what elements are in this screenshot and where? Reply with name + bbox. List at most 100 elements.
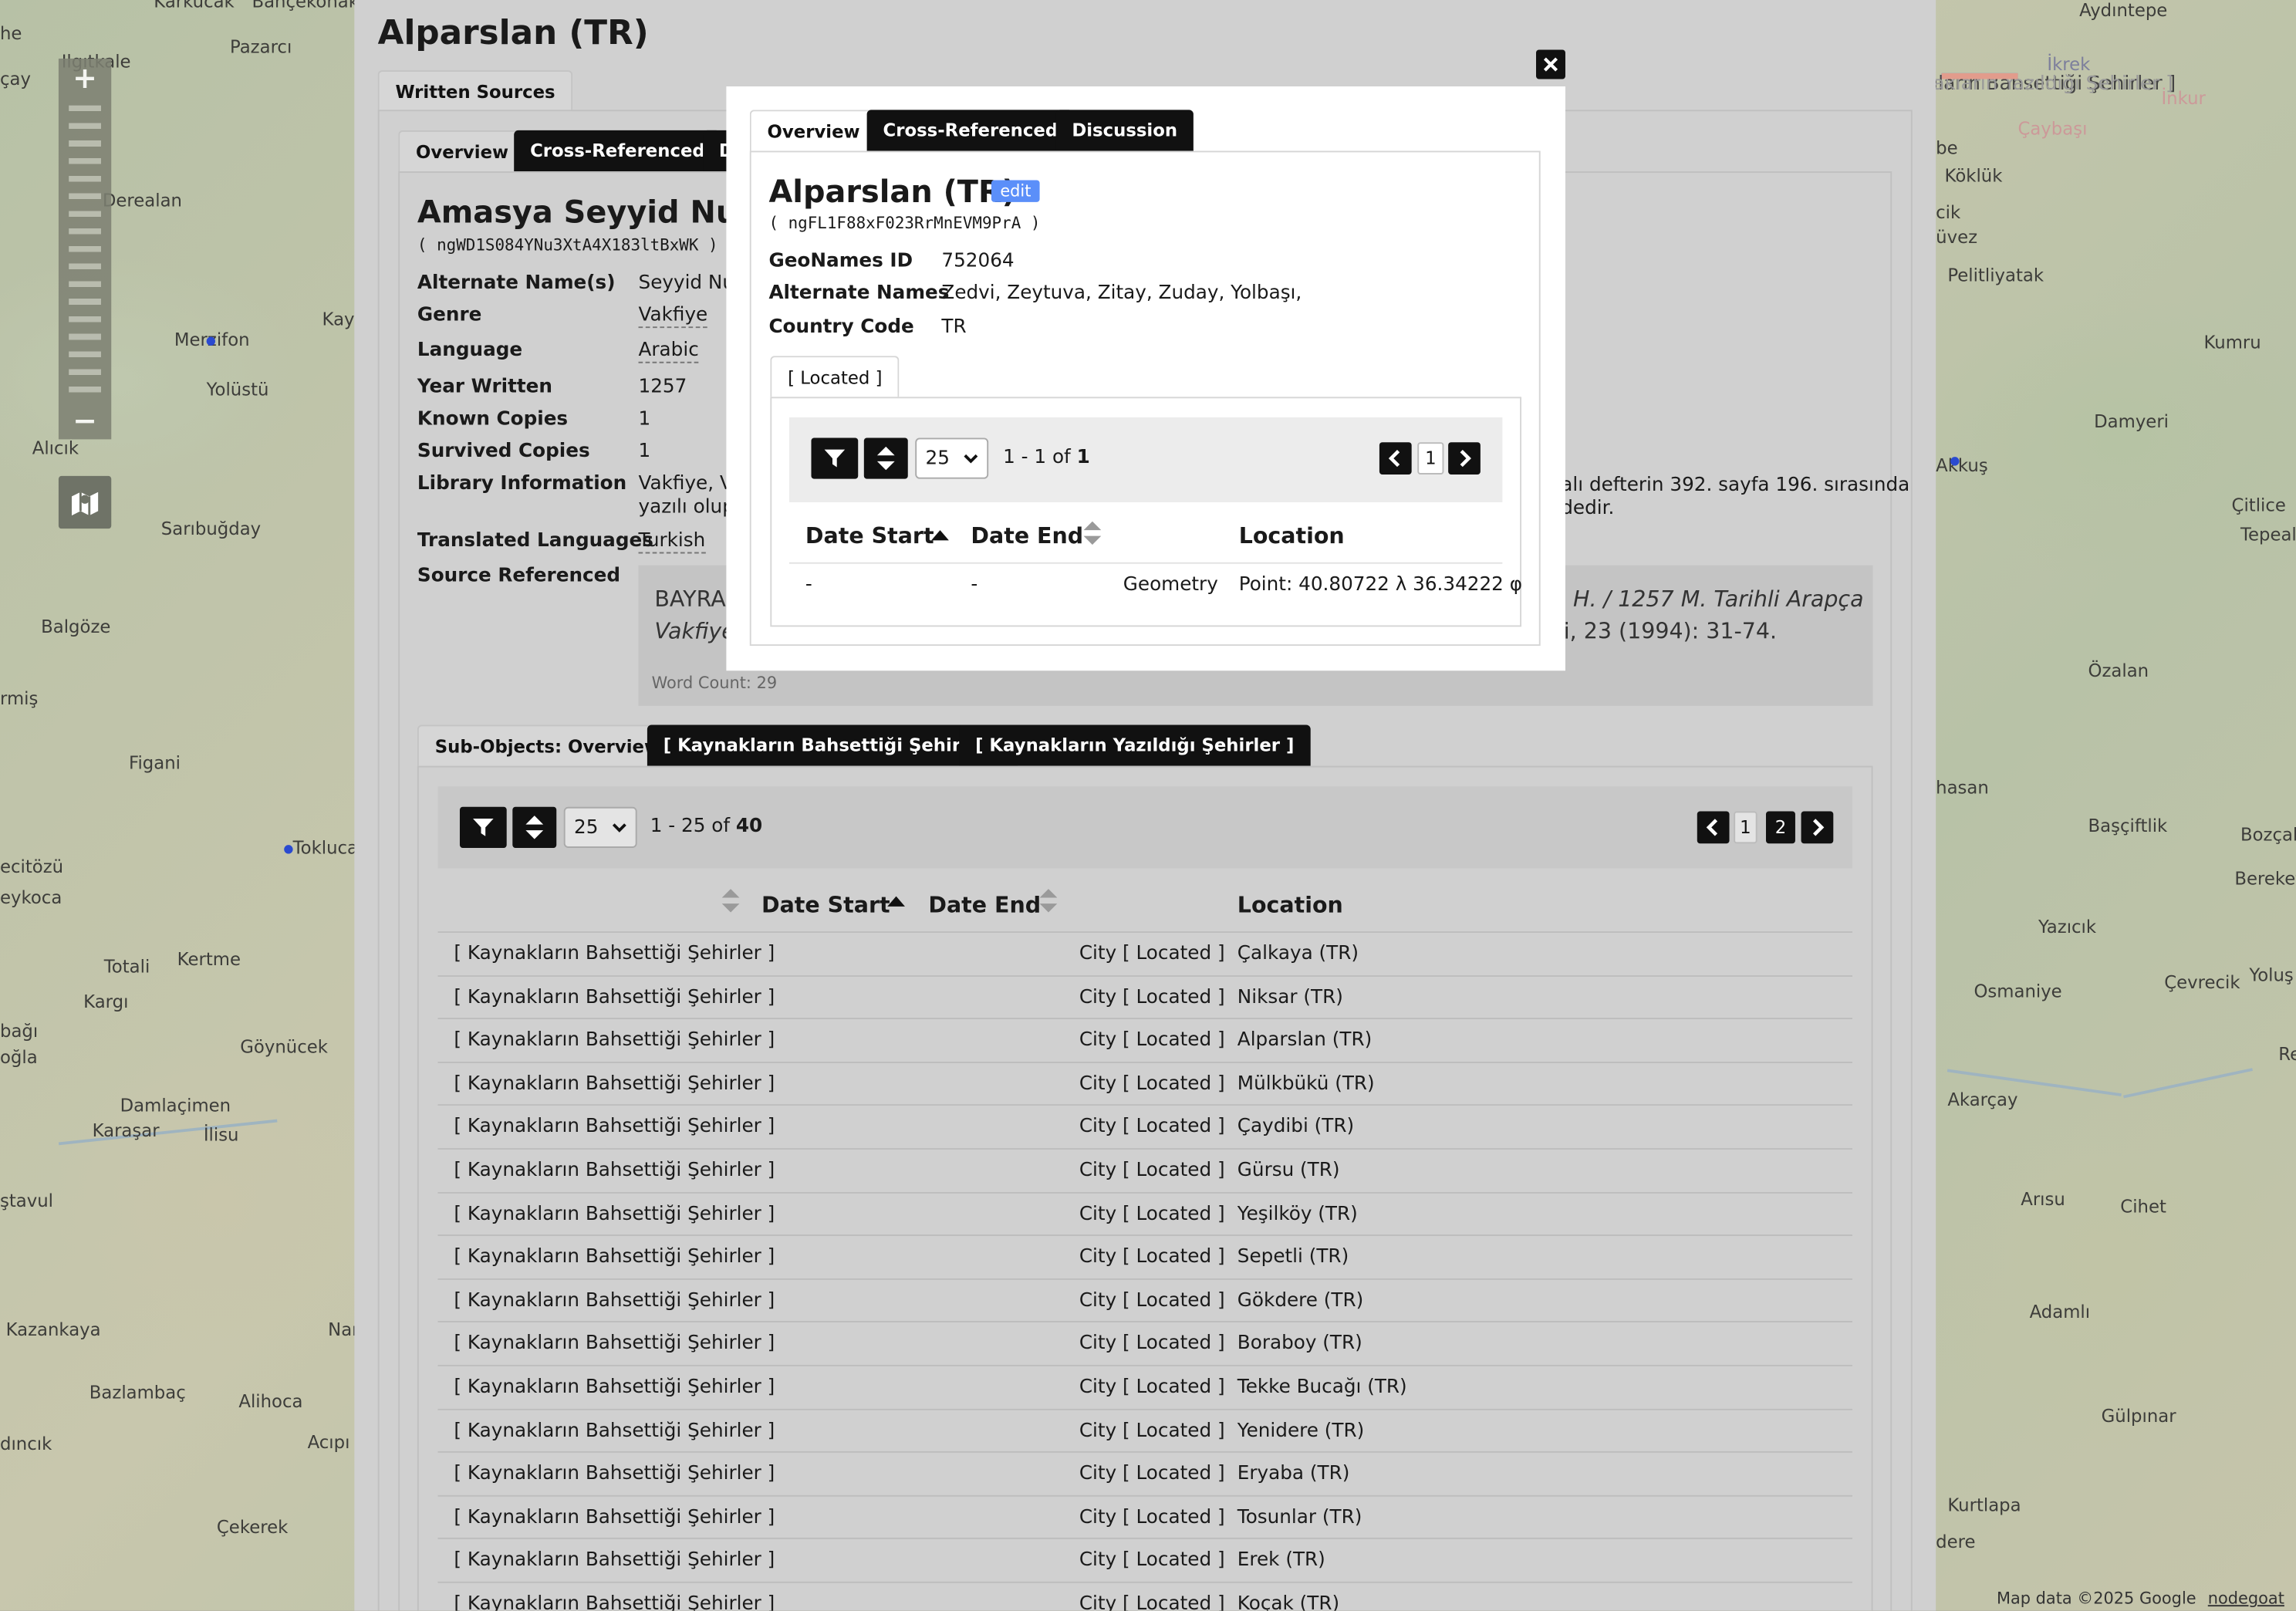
sort-asc-icon[interactable]	[887, 896, 905, 908]
table-row[interactable]: [ Kaynakların Bahsettiği Şehirler ] City …	[437, 1061, 1852, 1104]
modal-tab-discussion[interactable]: Discussion	[1055, 110, 1194, 151]
map-marker-icon[interactable]	[205, 336, 217, 347]
sort-button[interactable]	[512, 806, 557, 848]
map-label: Pelitliyatak	[1947, 265, 2044, 286]
chevron-right-icon	[1460, 449, 1471, 468]
cell-location[interactable]: Niksar (TR)	[1237, 986, 1343, 1008]
modal-tab-cross-referenced[interactable]: Cross-Referenced	[866, 110, 1075, 151]
column-header-date-end[interactable]: Date End	[928, 892, 1041, 918]
map-marker-icon[interactable]	[282, 843, 294, 855]
column-header-date-start[interactable]: Date Start	[761, 892, 890, 918]
map-label: Köklük	[1944, 165, 2003, 187]
table-row[interactable]: [ Kaynakların Bahsettiği Şehirler ] City …	[437, 1104, 1852, 1147]
table-row[interactable]: [ Kaynakların Bahsettiği Şehirler ] City …	[437, 1538, 1852, 1581]
page-1-button[interactable]: 1	[1734, 811, 1757, 844]
cell-location[interactable]: Tosunlar (TR)	[1237, 1507, 1362, 1528]
table-row[interactable]: [ Kaynakların Bahsettiği Şehirler ] City …	[437, 1148, 1852, 1191]
cell-location[interactable]: Yenidere (TR)	[1237, 1420, 1364, 1441]
cell-location[interactable]: Gökdere (TR)	[1237, 1290, 1363, 1312]
cell-location[interactable]: Tekke Bucağı (TR)	[1237, 1376, 1407, 1398]
table-row[interactable]: [ Kaynakların Bahsettiği Şehirler ] City …	[437, 1018, 1852, 1060]
tab-written-sources[interactable]: Written Sources	[377, 70, 573, 112]
tab-kaynaklarin-yazildigi-sehirler[interactable]: [ Kaynakların Yazıldığı Şehirler ]	[959, 724, 1311, 766]
field-label: Alternate Name(s)	[417, 272, 616, 295]
map-marker-icon[interactable]	[1949, 455, 1960, 467]
attribution-link[interactable]: nodegoat	[2208, 1589, 2284, 1608]
sort-icon[interactable]	[1039, 889, 1058, 913]
cell-type: City [ Located ]	[1079, 1029, 1225, 1052]
cell-location[interactable]: Koçak (TR)	[1237, 1593, 1339, 1611]
genre-link[interactable]: Vakfiye	[638, 305, 708, 329]
table-row[interactable]: [ Kaynakların Bahsettiği Şehirler ] City …	[437, 974, 1852, 1017]
cell-object-type: [ Kaynakların Bahsettiği Şehirler ]	[454, 1029, 775, 1052]
table-row[interactable]: [ Kaynakların Bahsettiği Şehirler ] City …	[437, 1494, 1852, 1537]
table-row[interactable]: [ Kaynakların Bahsettiği Şehirler ] City …	[437, 1321, 1852, 1364]
modal-column-header-date-start[interactable]: Date Start	[805, 523, 934, 549]
map-label: Yolüstü	[206, 379, 269, 400]
cell-location[interactable]: Gürsu (TR)	[1237, 1160, 1340, 1181]
cell-type: City [ Located ]	[1079, 1463, 1225, 1485]
table-row[interactable]: [ Kaynakların Bahsettiği Şehirler ] City …	[437, 1191, 1852, 1234]
chevron-down-icon	[964, 454, 978, 464]
cell-location[interactable]: Çalkaya (TR)	[1237, 943, 1359, 964]
field-label: GeoNames ID	[768, 250, 913, 273]
map-label: Karaşar	[92, 1120, 160, 1141]
modal-prev-page-button[interactable]	[1379, 442, 1412, 475]
tab-cross-referenced[interactable]: Cross-Referenced	[514, 130, 721, 172]
source-citation: 5 H. / 1257 M. Tarihli Arapça	[1551, 586, 1864, 613]
cell-type: City [ Located ]	[1079, 986, 1225, 1008]
zoom-slider[interactable]	[69, 105, 101, 393]
modal-next-page-button[interactable]	[1448, 442, 1481, 475]
map-label: Kazankaya	[5, 1319, 101, 1340]
pagination-total: 40	[735, 816, 763, 838]
tab-overview[interactable]: Overview	[398, 130, 526, 172]
modal-tab-located[interactable]: [ Located ]	[770, 356, 900, 397]
table-row[interactable]: [ Kaynakların Bahsettiği Şehirler ] City …	[437, 931, 1852, 974]
table-row[interactable]: - - Geometry Point: 40.80722 λ 36.34222 …	[789, 562, 1522, 605]
edit-button[interactable]: edit	[991, 180, 1040, 202]
modal-filter-button[interactable]	[811, 437, 859, 479]
modal-object-id: ( ngFL1F88xF023RrMnEVM9PrA )	[768, 214, 1041, 233]
cell-location[interactable]: Çaydibi (TR)	[1237, 1116, 1354, 1138]
cell-location[interactable]: Mülkbükü (TR)	[1237, 1073, 1375, 1095]
sort-icon[interactable]	[721, 889, 740, 913]
modal-column-header-location: Location	[1238, 522, 1345, 549]
table-row[interactable]: [ Kaynakların Bahsettiği Şehirler ] City …	[437, 1451, 1852, 1494]
translated-language-link[interactable]: Turkish	[638, 530, 706, 554]
cell-location[interactable]: Sepetli (TR)	[1237, 1247, 1349, 1268]
cell-location[interactable]: Yeşilköy (TR)	[1237, 1203, 1358, 1224]
modal-page-1-button[interactable]: 1	[1417, 442, 1444, 475]
table-row[interactable]: [ Kaynakların Bahsettiği Şehirler ] City …	[437, 1364, 1852, 1407]
zoom-out-button[interactable]: −	[59, 401, 111, 439]
table-row[interactable]: [ Kaynakların Bahsettiği Şehirler ] City …	[437, 1278, 1852, 1321]
language-link[interactable]: Arabic	[638, 339, 699, 363]
modal-tab-overview[interactable]: Overview	[749, 110, 878, 151]
cell-type: City [ Located ]	[1079, 1289, 1225, 1312]
sort-icon[interactable]	[1083, 521, 1102, 545]
chevron-left-icon	[1706, 819, 1718, 836]
cell-location[interactable]: Alparslan (TR)	[1237, 1030, 1372, 1052]
filter-button[interactable]	[459, 806, 507, 848]
page-2-button[interactable]: 2	[1765, 811, 1795, 844]
table-row[interactable]: [ Kaynakların Bahsettiği Şehirler ] City …	[437, 1408, 1852, 1451]
next-page-button[interactable]	[1801, 811, 1834, 844]
cell-location[interactable]: Boraboy (TR)	[1237, 1333, 1362, 1355]
modal-page-size-select[interactable]: 25	[915, 437, 989, 479]
table-row[interactable]: [ Kaynakların Bahsettiği Şehirler ] City …	[437, 1234, 1852, 1277]
table-row[interactable]: [ Kaynakların Bahsettiği Şehirler ] City …	[437, 1581, 1852, 1611]
page-size-select[interactable]: 25	[563, 806, 637, 848]
cell-location[interactable]: Eryaba (TR)	[1237, 1463, 1350, 1484]
cell-type: City [ Located ]	[1079, 1160, 1225, 1182]
modal-column-header-date-end[interactable]: Date End	[971, 523, 1083, 549]
close-button[interactable]	[1536, 49, 1565, 79]
tab-sub-objects-overview[interactable]: Sub-Objects: Overview	[417, 724, 678, 766]
sort-asc-icon[interactable]	[931, 530, 949, 542]
cell-object-type: [ Kaynakların Bahsettiği Şehirler ]	[454, 1593, 775, 1611]
map-layers-button[interactable]	[58, 475, 112, 529]
pagination-range: 1 - 1 of	[1003, 446, 1077, 469]
zoom-in-button[interactable]: +	[59, 59, 111, 96]
prev-page-button[interactable]	[1697, 811, 1730, 844]
cell-location[interactable]: Erek (TR)	[1237, 1550, 1325, 1572]
modal-sort-button[interactable]	[863, 437, 908, 479]
map-label: Sarıbuğday	[160, 518, 262, 539]
